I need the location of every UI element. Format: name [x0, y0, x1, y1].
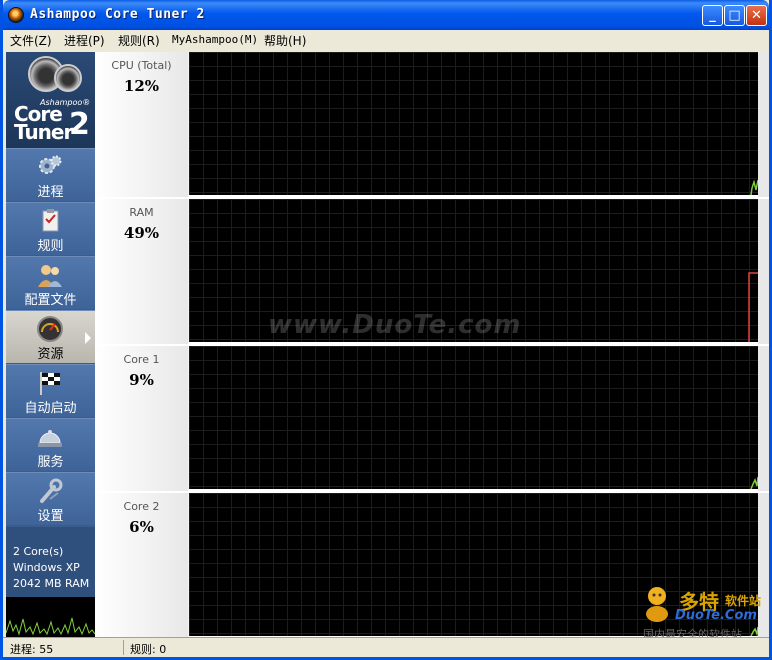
gears-icon	[39, 155, 62, 174]
sidebar-item-processes[interactable]: 进程	[6, 148, 95, 201]
sidebar-item-profiles[interactable]: 配置文件	[6, 256, 95, 309]
menu-myashampoo[interactable]: MyAshampoo(M)	[172, 33, 258, 46]
panel-value: 9%	[129, 371, 154, 389]
sidebar-item-services[interactable]: 服务	[6, 418, 95, 471]
title-bar[interactable]: Ashampoo Core Tuner 2 _ □ ✕	[3, 0, 769, 30]
panel-label: Core 2	[123, 500, 160, 513]
panel-value: 49%	[123, 224, 160, 242]
sidebar-item-label: 资源	[37, 347, 64, 362]
mascot-icon	[646, 587, 668, 622]
sidebar-item-settings[interactable]: 设置	[6, 472, 95, 525]
panel-edge	[758, 346, 769, 491]
core-1-graph	[189, 346, 758, 489]
core-count: 2 Core(s)	[13, 545, 64, 558]
app-window: Ashampoo Core Tuner 2 _ □ ✕ 文件(Z) 进程(P) …	[0, 0, 772, 660]
sidebar-item-label: 设置	[37, 509, 64, 524]
resource-panels: CPU (Total) 12% RAM 49% Core 1 9% Core 2…	[95, 52, 769, 638]
corner-site-logo: 多特 软件站 DuoTe.Com 国内最安全的软件站	[639, 580, 769, 641]
panel-label: RAM	[129, 206, 154, 219]
logo-tuner: Tuner	[14, 120, 73, 144]
watermark: www.DuoTe.com	[268, 310, 522, 340]
core-1-line	[750, 476, 758, 489]
system-info: 2 Core(s) Windows XP 2042 MB RAM	[6, 527, 95, 597]
os-name: Windows XP	[13, 561, 80, 574]
sidebar-item-resources[interactable]: 资源	[6, 310, 95, 363]
panel-cpu-total: CPU (Total) 12%	[95, 52, 769, 197]
site-url: DuoTe.Com	[675, 608, 757, 623]
cpu-total-graph	[189, 52, 758, 195]
sidebar-item-label: 自动启动	[24, 401, 77, 416]
wrench-icon	[40, 478, 63, 503]
panel-value: 6%	[129, 518, 154, 536]
maximize-button[interactable]: □	[724, 5, 745, 26]
close-button[interactable]: ✕	[746, 5, 767, 26]
active-arrow-icon	[85, 332, 91, 344]
app-logo: Ashampoo® Core Tuner 2	[6, 52, 95, 148]
panel-label: Core 1	[123, 353, 160, 366]
status-divider	[123, 640, 124, 655]
menu-file[interactable]: 文件(Z)	[10, 32, 52, 49]
users-icon	[38, 265, 62, 287]
status-rule-count: 规则: 0	[130, 643, 167, 656]
sidebar-item-label: 服务	[37, 455, 64, 470]
status-process-count: 进程: 55	[10, 643, 54, 656]
service-bell-icon	[38, 430, 62, 447]
sidebar-item-label: 配置文件	[24, 293, 77, 308]
panel-edge	[758, 52, 769, 197]
sidebar-item-rules[interactable]: 规则	[6, 202, 95, 255]
panel-core-1: Core 1 9%	[95, 346, 769, 491]
menu-help[interactable]: 帮助(H)	[264, 32, 306, 49]
status-bar: 进程: 55 规则: 0	[3, 637, 769, 657]
app-icon	[8, 7, 24, 23]
sidebar: Ashampoo® Core Tuner 2 进程 规则 配置文件 资源 自动启…	[5, 52, 96, 637]
mini-cpu-graph	[5, 597, 96, 637]
menu-bar: 文件(Z) 进程(P) 规则(R) MyAshampoo(M) 帮助(H)	[3, 30, 769, 50]
panel-value: 12%	[123, 77, 160, 95]
gauge-icon	[37, 316, 63, 342]
checkered-flag-icon	[40, 372, 60, 395]
sidebar-item-label: 规则	[37, 239, 64, 254]
sidebar-item-autostart[interactable]: 自动启动	[6, 364, 95, 417]
menu-rules[interactable]: 规则(R)	[118, 32, 160, 49]
ram-size: 2042 MB RAM	[13, 577, 90, 590]
minimize-button[interactable]: _	[702, 5, 723, 26]
site-suffix: 软件站	[725, 594, 762, 608]
gauge-small-logo-icon	[54, 64, 82, 92]
cpu-total-line	[750, 179, 758, 195]
sidebar-item-label: 进程	[37, 185, 64, 200]
menu-process[interactable]: 进程(P)	[64, 32, 105, 49]
mini-graph-line	[5, 617, 96, 636]
panel-label: CPU (Total)	[111, 59, 172, 72]
clipboard-icon	[42, 209, 59, 232]
window-title: Ashampoo Core Tuner 2	[30, 7, 205, 22]
logo-version: 2	[69, 107, 90, 142]
panel-edge	[758, 199, 769, 344]
